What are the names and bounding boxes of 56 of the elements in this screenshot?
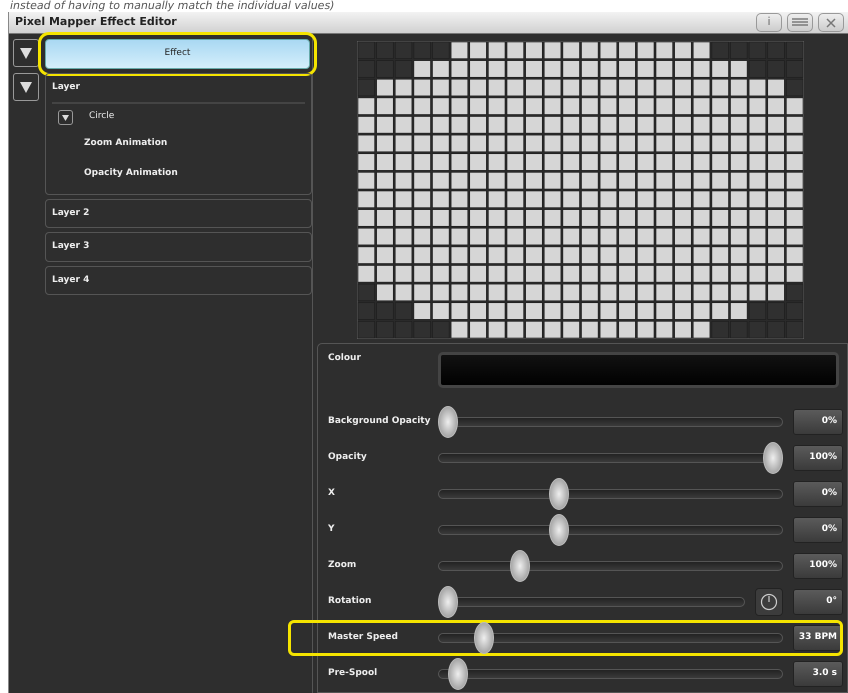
value-field[interactable]: 0°: [793, 589, 843, 615]
close-button[interactable]: [818, 13, 844, 32]
value-field[interactable]: 100%: [793, 445, 843, 471]
slider-track[interactable]: [438, 441, 783, 475]
slider-thumb[interactable]: [763, 442, 783, 474]
slider-track[interactable]: [438, 405, 783, 439]
expand-toggle[interactable]: [58, 110, 73, 124]
window-title: Pixel Mapper Effect Editor: [15, 14, 177, 30]
down-triangle-icon: [61, 112, 70, 122]
close-icon: [826, 18, 836, 28]
value-field[interactable]: 0%: [793, 409, 843, 435]
property-label: Y: [328, 523, 336, 536]
menu-button[interactable]: [787, 13, 813, 32]
slider-thumb[interactable]: [438, 406, 458, 438]
slider-thumb[interactable]: [548, 478, 568, 510]
property-label: Opacity: [328, 451, 368, 464]
animation-label[interactable]: Opacity Animation: [46, 163, 311, 194]
colour-swatch[interactable]: [438, 352, 839, 388]
value-field[interactable]: 0%: [793, 517, 843, 543]
menu-icon: [792, 18, 808, 27]
property-label: Pre-Spool: [328, 667, 378, 680]
value-field[interactable]: 33 BPM: [793, 625, 843, 651]
slider-track[interactable]: [438, 585, 745, 619]
layer-label[interactable]: Layer 3: [46, 233, 311, 260]
shape-label[interactable]: Circle: [89, 110, 114, 124]
caption-text: instead of having to manually match the individual values): [9, 0, 336, 12]
info-button[interactable]: i: [756, 13, 782, 32]
property-label: Background Opacity: [328, 415, 432, 428]
down-triangle-icon: [19, 46, 33, 60]
property-label: Colour: [328, 352, 362, 365]
layer-label[interactable]: Layer 2: [46, 200, 311, 227]
expand-toggle[interactable]: [13, 73, 39, 101]
property-label: Master Speed: [328, 631, 399, 644]
value-field[interactable]: 0%: [793, 481, 843, 507]
property-label: Zoom: [328, 559, 358, 572]
slider-thumb[interactable]: [474, 622, 494, 654]
layer-label[interactable]: Layer: [46, 74, 311, 102]
property-label: Rotation: [328, 595, 372, 608]
dial-icon: [760, 593, 778, 611]
down-triangle-icon: [19, 80, 33, 94]
slider-track[interactable]: [438, 621, 783, 655]
slider-track[interactable]: [438, 657, 783, 691]
expand-toggle[interactable]: [13, 39, 39, 67]
value-field[interactable]: 3.0 s: [793, 661, 843, 687]
property-label: X: [328, 487, 336, 500]
animation-label[interactable]: Zoom Animation: [46, 132, 311, 163]
slider-track[interactable]: [438, 513, 783, 547]
slider-thumb[interactable]: [448, 658, 468, 690]
slider-thumb[interactable]: [510, 550, 530, 582]
value-field[interactable]: 100%: [793, 553, 843, 579]
slider-track[interactable]: [438, 549, 783, 583]
slider-thumb[interactable]: [548, 514, 568, 546]
layer-label[interactable]: Layer 4: [46, 266, 311, 294]
slider-track[interactable]: [438, 477, 783, 511]
dial-button[interactable]: [755, 588, 783, 616]
slider-thumb[interactable]: [438, 586, 458, 618]
